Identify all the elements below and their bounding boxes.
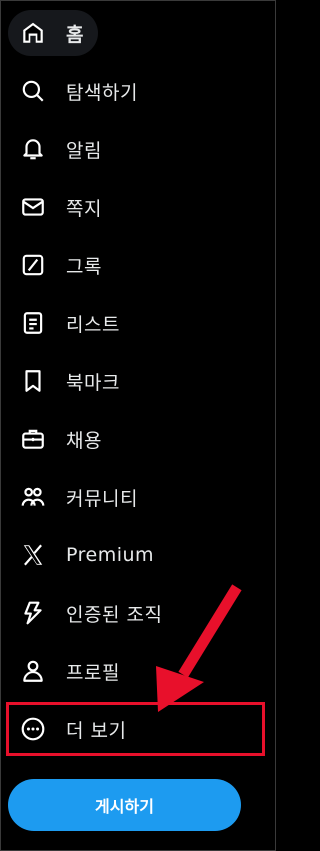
nav-item-jobs[interactable]: 채용: [8, 410, 268, 468]
annotation-arrow-icon: [156, 584, 242, 712]
nav-item-pill: 홈: [8, 10, 98, 56]
nav-item-label: 리스트: [66, 313, 120, 336]
nav-item-label: 프로필: [66, 661, 120, 684]
person-icon: [20, 658, 46, 684]
nav-item-label: 북마크: [66, 371, 120, 394]
lightning-icon: [20, 600, 46, 626]
nav-item-communities[interactable]: 커뮤니티: [8, 468, 268, 526]
mail-icon: [20, 194, 46, 220]
nav-item-label: 홈: [66, 23, 84, 46]
nav-item-notifications[interactable]: 알림: [8, 120, 268, 178]
bell-icon: [20, 136, 46, 162]
search-icon: [20, 78, 46, 104]
nav-item-premium[interactable]: Premium: [8, 526, 268, 584]
nav-item-lists[interactable]: 리스트: [8, 294, 268, 352]
nav-item-grok[interactable]: 그록: [8, 236, 268, 294]
briefcase-icon: [20, 426, 46, 452]
nav-item-messages[interactable]: 쪽지: [8, 178, 268, 236]
nav-item-label: 쪽지: [66, 197, 102, 220]
nav-item-label: 그록: [66, 255, 102, 278]
nav-item-label: 탐색하기: [66, 81, 138, 104]
nav-item-explore[interactable]: 탐색하기: [8, 62, 268, 120]
nav-item-home[interactable]: 홈: [8, 4, 268, 62]
list-icon: [20, 310, 46, 336]
nav-item-label: Premium: [66, 544, 155, 566]
x-logo-icon: [20, 542, 46, 568]
home-icon: [20, 20, 46, 46]
bookmark-icon: [20, 368, 46, 394]
nav-item-label: 커뮤니티: [66, 487, 138, 510]
nav-item-label: 채용: [66, 429, 102, 452]
nav-item-bookmarks[interactable]: 북마크: [8, 352, 268, 410]
people-icon: [20, 484, 46, 510]
post-button[interactable]: 게시하기: [8, 779, 241, 831]
grok-icon: [20, 252, 46, 278]
nav-item-label: 인증된 조직: [66, 603, 163, 626]
nav-item-label: 알림: [66, 139, 102, 162]
